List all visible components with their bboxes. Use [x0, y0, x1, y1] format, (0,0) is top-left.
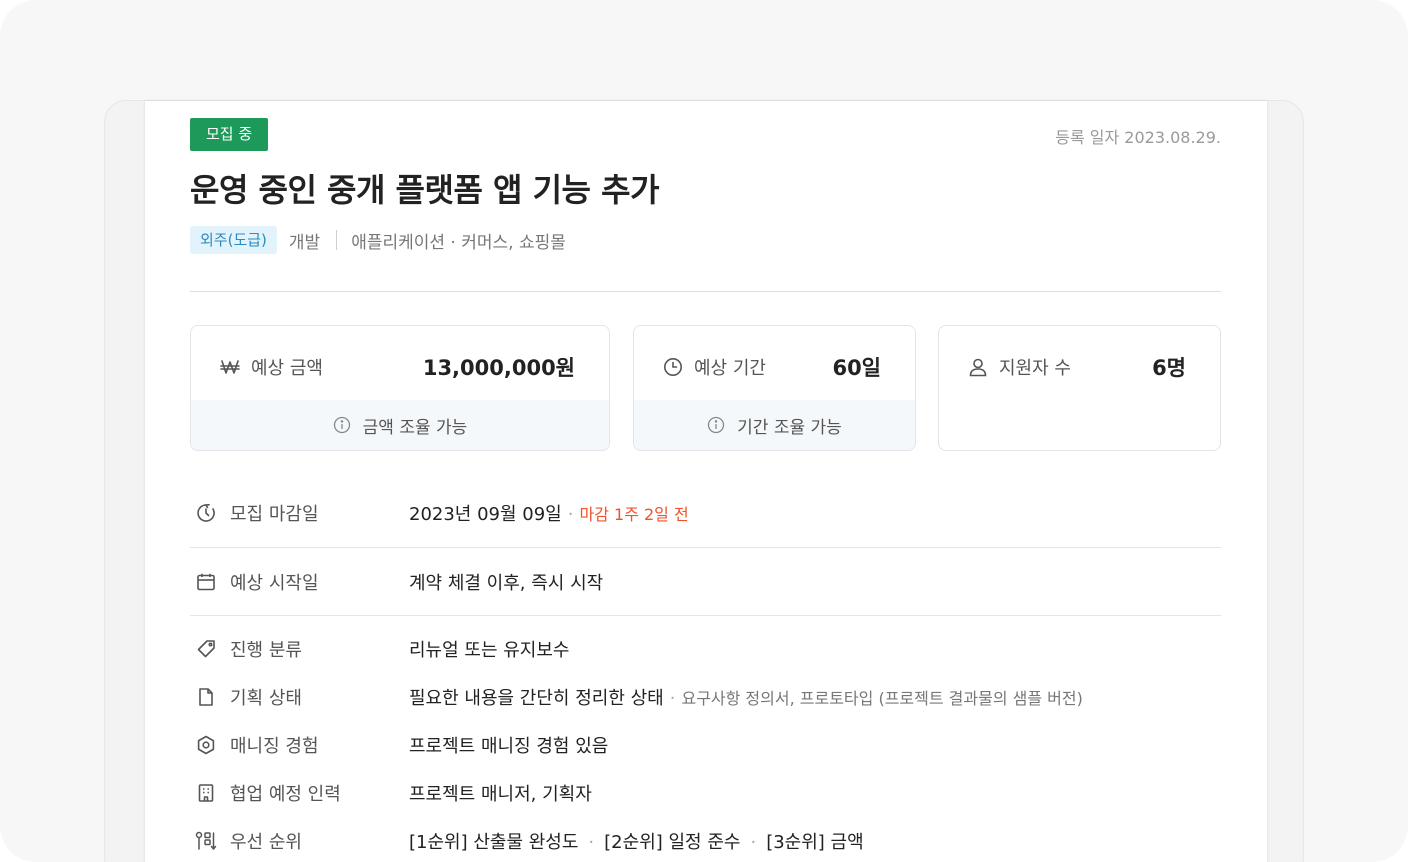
detail-value: 계약 체결 이후, 즉시 시작	[409, 572, 604, 594]
page-title: 운영 중인 중개 플랫폼 앱 기능 추가	[190, 171, 660, 209]
timer-icon	[195, 502, 217, 524]
sort-icon	[195, 830, 217, 852]
detail-start: 예상 시작일 계약 체결 이후, 즉시 시작	[190, 548, 1221, 616]
priority-item: [1순위] 산출물 완성도	[409, 832, 579, 853]
budget-value: 13,000,000원	[422, 356, 575, 380]
period-label: 예상 기간	[662, 354, 766, 380]
document-icon	[195, 686, 217, 708]
registered-date: 등록 일자 2023.08.29.	[1055, 128, 1221, 147]
clock-icon	[662, 356, 684, 378]
detail-label: 기획 상태	[230, 688, 302, 709]
priority-item: [3순위] 금액	[766, 832, 864, 853]
status-badge: 모집 중	[190, 118, 269, 151]
priority-list: [1순위] 산출물 완성도 · [2순위] 일정 준수 · [3순위] 금액	[409, 832, 864, 853]
period-value: 60일	[832, 356, 881, 380]
detail-collab: 협업 예정 인력 프로젝트 매니저, 기획자	[190, 773, 1221, 813]
applicants-value: 6명	[1152, 356, 1186, 380]
detail-label: 협업 예정 인력	[230, 784, 341, 805]
deadline-remaining: 마감 1주 2일 전	[579, 505, 689, 524]
detail-label: 우선 순위	[230, 832, 302, 853]
meta-divider	[336, 230, 338, 250]
detail-priority: 우선 순위 [1순위] 산출물 완성도 · [2순위] 일정 준수 · [3순위] 금액	[190, 821, 1221, 861]
detail-label: 매니징 경험	[230, 736, 319, 757]
detail-label: 모집 마감일	[230, 504, 319, 525]
detail-value: 2023년 09월 09일 · 마감 1주 2일 전	[409, 504, 689, 525]
building-icon	[195, 782, 217, 804]
info-icon	[707, 416, 725, 434]
detail-label: 예상 시작일	[230, 572, 319, 594]
won-icon	[219, 356, 241, 378]
detail-value: 프로젝트 매니징 경험 있음	[409, 736, 609, 757]
section-divider	[190, 291, 1221, 292]
detail-planning: 기획 상태 필요한 내용을 간단히 정리한 상태 · 요구사항 정의서, 프로토타입…	[190, 677, 1221, 717]
project-meta: 외주(도급) 개발 애플리케이션 · 커머스, 쇼핑몰	[190, 226, 566, 254]
calendar-icon	[195, 571, 217, 593]
applicants-box: 지원자 수 6명	[938, 325, 1221, 451]
gear-icon	[195, 734, 217, 756]
tag-icon	[195, 638, 217, 660]
detail-label: 진행 분류	[230, 640, 302, 661]
project-category: 애플리케이션 · 커머스, 쇼핑몰	[351, 232, 566, 253]
detail-value: 필요한 내용을 간단히 정리한 상태 · 요구사항 정의서, 프로토타입 (프로젝트…	[409, 688, 1083, 709]
detail-progress: 진행 분류 리뉴얼 또는 유지보수	[190, 629, 1221, 669]
project-field: 개발	[288, 232, 321, 253]
detail-value: 리뉴얼 또는 유지보수	[409, 640, 570, 661]
budget-label: 예상 금액	[219, 354, 323, 380]
period-note: 기간 조율 가능	[634, 400, 915, 450]
detail-deadline: 모집 마감일 2023년 09월 09일 · 마감 1주 2일 전	[190, 479, 1221, 548]
budget-box: 예상 금액 13,000,000원 금액 조율 가능	[190, 325, 610, 451]
contract-type-tag: 외주(도급)	[190, 226, 277, 254]
detail-managing: 매니징 경험 프로젝트 매니징 경험 있음	[190, 725, 1221, 765]
applicants-label: 지원자 수	[967, 354, 1071, 380]
budget-note: 금액 조율 가능	[191, 400, 609, 450]
detail-value: 프로젝트 매니저, 기획자	[409, 784, 592, 805]
person-icon	[967, 356, 989, 378]
project-detail-card: 모집 중 등록 일자 2023.08.29. 운영 중인 중개 플랫폼 앱 기능…	[145, 101, 1267, 862]
period-box: 예상 기간 60일 기간 조율 가능	[633, 325, 916, 451]
info-icon	[333, 416, 351, 434]
priority-item: [2순위] 일정 준수	[604, 832, 741, 853]
